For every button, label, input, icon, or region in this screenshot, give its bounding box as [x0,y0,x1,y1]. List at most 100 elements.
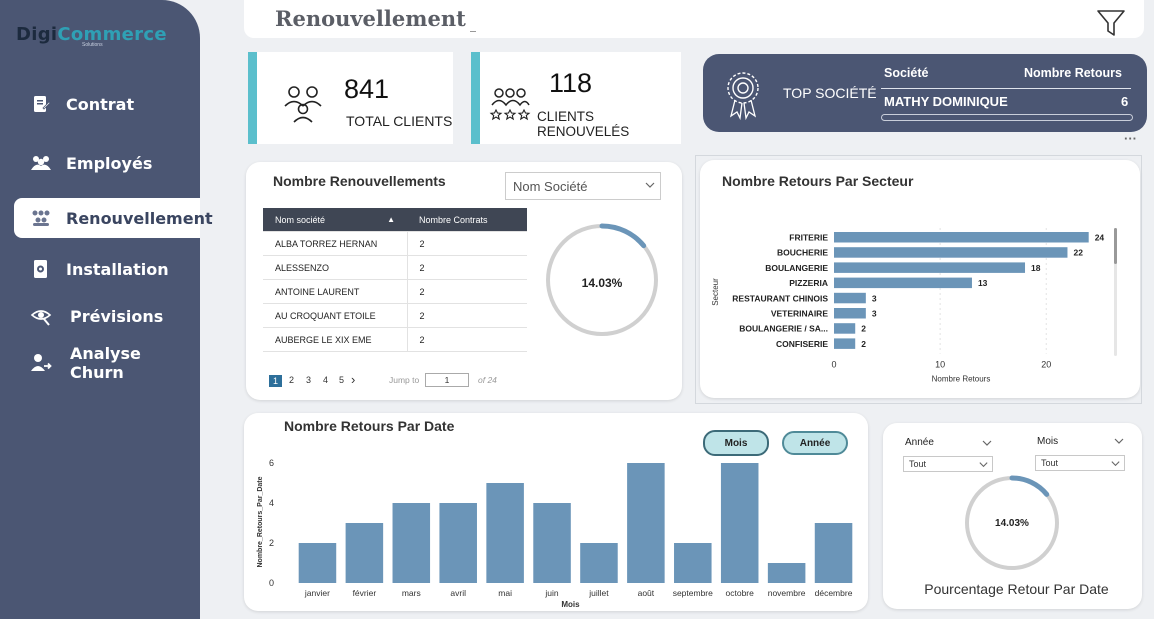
chevron-down-icon [1110,458,1121,471]
societe-dropdown[interactable]: Nom Société [505,172,661,200]
category-label: RESTAURANT CHINOIS [732,293,828,303]
dropdown-placeholder: Nom Société [513,179,588,194]
sidebar-item-contrat[interactable]: Contrat [0,84,200,124]
kpi-label: TOTAL CLIENTS [346,113,453,129]
next-page-button[interactable]: › [351,372,355,387]
mois-select[interactable]: Tout [1035,455,1125,471]
sidebar-item-installation[interactable]: Installation [0,249,200,289]
bar[interactable] [834,338,856,349]
page-1-button[interactable]: 1 [269,375,282,387]
x-tick-label: mai [498,588,512,598]
x-tick-label: février [353,588,377,598]
bar[interactable] [345,523,384,583]
bar[interactable] [834,247,1068,258]
kpi-clients-renouveles: 118 CLIENTS RENOUVELÉS [471,52,681,144]
x-tick-label: décembre [815,588,853,598]
award-icon [721,68,765,125]
table-row[interactable]: AUBERGE LE XIX EME 2 [263,327,527,352]
user-exit-icon [30,352,52,374]
top-scrollbar[interactable] [881,114,1133,121]
annee-select-value: Tout [909,459,927,469]
people-icon [30,152,52,174]
column-header-nom[interactable]: Nom société ▲ [263,208,407,232]
table-row[interactable]: ALESSENZO 2 [263,255,527,280]
forecast-icon [30,305,52,327]
bar[interactable] [767,563,806,583]
cell-nom: ALBA TORREZ HERNAN [263,231,408,256]
filter-icon[interactable] [1096,8,1126,43]
top-col-societe: Société [884,66,929,80]
bar[interactable] [674,543,712,583]
group-icon [30,207,52,229]
pourcentage-caption: Pourcentage Retour Par Date [924,581,1109,597]
sidebar-item-label: Employés [66,153,153,173]
top-col-retours: Nombre Retours [1024,66,1122,80]
title-divider [470,31,476,32]
two-users-icon [282,82,326,129]
x-tick-label: août [638,588,655,598]
bar[interactable] [298,543,337,583]
sort-up-icon: ▲ [387,214,395,224]
bar[interactable] [486,483,524,583]
chevron-down-icon[interactable] [981,436,993,454]
x-tick-label: octobre [726,588,755,598]
kpi-value: 841 [344,74,390,104]
sidebar-item-previsions[interactable]: Prévisions [0,296,200,336]
y-tick-label: 4 [269,498,274,508]
table-row[interactable]: ALBA TORREZ HERNAN 2 [263,231,527,256]
contract-icon [30,93,52,115]
data-label: 3 [872,293,877,303]
column-header-contrats[interactable]: Nombre Contrats [407,208,527,232]
top-societe-name: MATHY DOMINIQUE [884,94,1008,109]
bar[interactable] [720,463,759,583]
bar[interactable] [580,543,618,583]
table-row[interactable]: ANTOINE LAURENT 2 [263,279,527,304]
category-label: BOULANGERIE [765,263,828,273]
secteur-chart-title: Nombre Retours Par Secteur [722,173,914,189]
page-3-button[interactable]: 3 [306,375,311,385]
page-2-button[interactable]: 2 [289,375,294,385]
bar[interactable] [834,292,866,304]
bar[interactable] [627,463,665,583]
page-4-button[interactable]: 4 [323,375,328,385]
sidebar-item-employes[interactable]: Employés [0,143,200,183]
page-title: Renouvellement [275,6,466,31]
table-row[interactable]: AU CROQUANT ETOILE 2 [263,303,527,328]
x-tick-label: 0 [831,360,836,370]
top-divider [881,88,1131,89]
page-5-button[interactable]: 5 [339,375,344,385]
bar[interactable] [392,503,431,583]
cell-nom: ANTOINE LAURENT [263,279,408,304]
x-tick-label: novembre [768,588,806,598]
bar[interactable] [834,277,972,289]
table-header-row: Nom société ▲ Nombre Contrats [263,208,527,232]
more-options-icon[interactable]: ··· [1124,131,1137,146]
sidebar-item-analyse-churn[interactable]: Analyse Churn [0,343,200,383]
data-label: 2 [861,324,866,334]
data-label: 2 [861,339,866,349]
jump-to-input[interactable]: 1 [425,373,469,387]
annee-select[interactable]: Tout [903,456,993,472]
bar[interactable] [533,503,571,583]
cell-nom: AU CROQUANT ETOILE [263,303,408,328]
kpi-value: 118 [549,68,593,98]
cell-contrats: 2 [407,327,527,352]
data-label: 18 [1031,263,1041,273]
category-label: FRITERIE [789,233,828,243]
cell-nom: AUBERGE LE XIX EME [263,327,408,352]
category-label: PIZZERIA [789,278,828,288]
date-bar-chart: 0 2 4 6 janvier février mars avril mai juin juille… [257,458,853,609]
bar[interactable] [834,262,1026,273]
jump-to-label: Jump to [389,375,420,385]
chart-scrollbar-thumb[interactable] [1114,228,1117,264]
sidebar-item-renouvellement[interactable]: Renouvellement [14,198,213,238]
bar[interactable] [439,503,477,583]
bar[interactable] [834,232,1089,243]
chevron-down-icon[interactable] [1113,434,1125,452]
x-axis-title: Nombre Retours [932,375,991,384]
rated-users-icon [489,86,531,127]
bar[interactable] [834,308,866,319]
bar[interactable] [834,323,856,334]
bar[interactable] [814,523,853,583]
renouvellements-title: Nombre Renouvellements [273,173,446,189]
